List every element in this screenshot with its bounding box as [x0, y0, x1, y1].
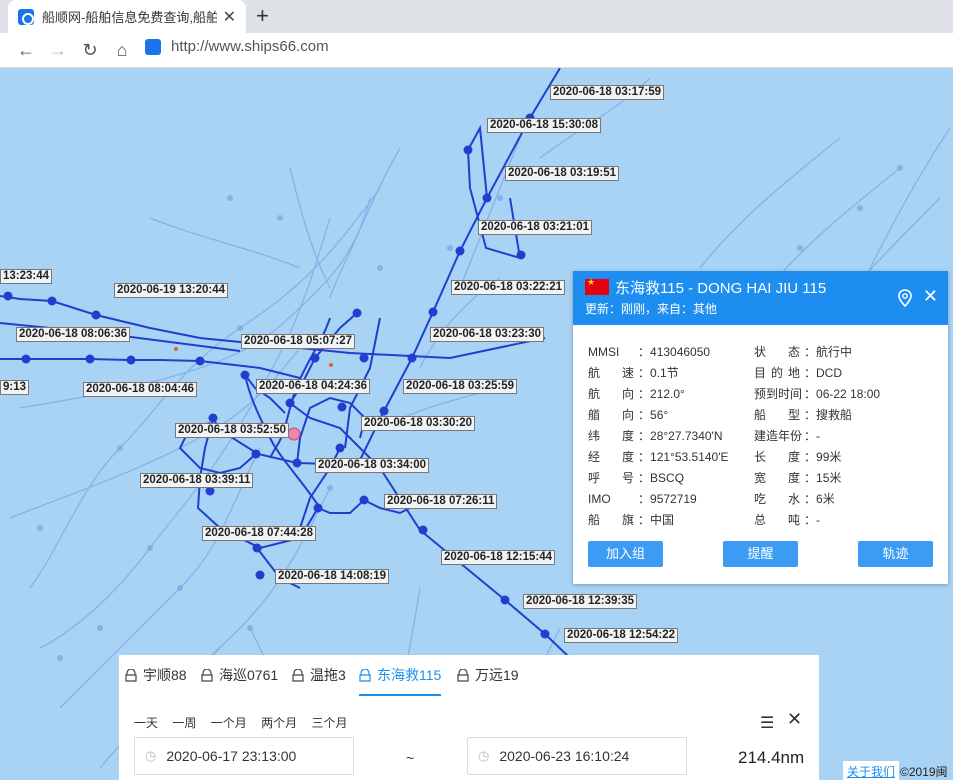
forward-icon[interactable]: → — [42, 36, 74, 64]
field-ship-type: 船型 ：搜救船 — [754, 408, 853, 422]
clock-icon: ◷ — [478, 748, 490, 763]
track-time-label: 2020-06-18 03:17:59 — [550, 85, 665, 100]
tab-title: 船顺网-船舶信息免费查询,船舶动态 — [42, 10, 217, 25]
ship-icon — [125, 668, 137, 682]
track-time-label: 2020-06-19 13:20:44 — [114, 283, 229, 298]
url-text: http://www.ships66.com — [171, 38, 329, 55]
update-info: 更新：刚刚，来自：其他 — [585, 302, 718, 316]
close-track-icon[interactable]: ✕ — [787, 709, 802, 730]
track-time-label: 2020-06-18 14:08:19 — [275, 569, 390, 584]
range-option[interactable]: 一个月 — [211, 716, 247, 730]
ship-icon — [359, 668, 371, 682]
track-time-label: 2020-06-18 03:22:21 — [451, 280, 566, 295]
track-distance: 214.4nm — [738, 748, 805, 767]
clock-icon: ◷ — [145, 748, 157, 763]
ship-info-header: 东海救115 - DONG HAI JIU 115 更新：刚刚，来自：其他 ✕ — [573, 271, 948, 325]
end-time-input[interactable]: ◷ 2020-06-23 16:10:24 — [467, 737, 687, 775]
field-build-year: 建造年份 ：- — [754, 429, 821, 443]
field-longitude: 经度 ：121°53.5140'E — [588, 450, 729, 464]
range-option[interactable]: 一天 — [134, 716, 158, 730]
ship-icon — [457, 668, 469, 682]
ship-tab-active[interactable]: 东海救115 — [359, 665, 442, 696]
other-vessel-dot[interactable] — [174, 347, 178, 351]
track-time-label: 2020-06-18 07:44:28 — [202, 526, 317, 541]
new-tab-icon[interactable]: + — [256, 3, 269, 29]
field-draught: 吃水 ：6米 — [754, 492, 835, 506]
ship-icon — [201, 668, 213, 682]
site-favicon-icon — [18, 8, 34, 25]
track-time-label: 2020-06-18 03:39:11 — [140, 473, 254, 488]
field-destination: 目的地 ：DCD — [754, 366, 843, 380]
track-time-label: 2020-06-18 15:30:08 — [487, 118, 602, 133]
track-button[interactable]: 轨迹 — [858, 541, 933, 567]
field-course: 航向 ：212.0° — [588, 387, 685, 401]
track-time-label: 2020-06-18 12:15:44 — [441, 550, 556, 565]
close-tab-icon[interactable]: ✕ — [223, 7, 236, 27]
track-time-label: 2020-06-18 03:30:20 — [361, 416, 476, 431]
track-time-label: 2020-06-18 08:06:36 — [16, 327, 131, 342]
home-icon[interactable]: ⌂ — [106, 36, 138, 64]
join-group-button[interactable]: 加入组 — [588, 541, 663, 567]
track-time-label: 2020-06-18 03:19:51 — [505, 166, 620, 181]
field-gross-tonnage: 总吨 ：- — [754, 513, 821, 527]
ship-tab[interactable]: 万远19 — [457, 665, 519, 685]
remind-button[interactable]: 提醒 — [723, 541, 798, 567]
start-time-input[interactable]: ◷ 2020-06-17 23:13:00 — [134, 737, 354, 775]
track-time-label: 2020-06-18 05:07:27 — [241, 334, 356, 349]
field-length: 长度 ：99米 — [754, 450, 842, 464]
track-time-label: 13:23:44 — [0, 269, 53, 284]
ship-tab[interactable]: 宇顺88 — [125, 665, 187, 685]
track-time-label: 2020-06-18 08:04:46 — [83, 382, 198, 397]
browser-tab[interactable]: 船顺网-船舶信息免费查询,船舶动态 ✕ — [8, 0, 246, 33]
china-flag-icon — [585, 277, 609, 295]
list-icon[interactable]: ☰ — [760, 713, 774, 733]
ship-name: 东海救115 - DONG HAI JIU 115 — [615, 280, 827, 297]
track-time-label: 2020-06-18 12:54:22 — [564, 628, 679, 643]
ship-position-marker[interactable] — [287, 427, 301, 441]
ship-icon — [292, 668, 304, 682]
tab-bar: 船顺网-船舶信息免费查询,船舶动态 ✕ + — [0, 0, 953, 33]
track-time-label: 2020-06-18 07:26:11 — [384, 494, 498, 509]
range-separator: ~ — [406, 750, 415, 766]
back-icon[interactable]: ← — [10, 36, 42, 64]
track-time-label: 2020-06-18 03:52:50 — [175, 423, 290, 438]
field-eta: 预到时间 ：06-22 18:00 — [754, 387, 881, 401]
track-time-label: 2020-06-18 04:24:36 — [256, 379, 371, 394]
site-icon — [145, 38, 161, 55]
other-vessel-dot[interactable] — [329, 363, 333, 367]
reload-icon[interactable]: ↻ — [74, 36, 106, 64]
ship-tabs: 宇顺88 海巡0761 温拖3 东海救115 万远19 — [119, 655, 819, 696]
track-panel: 宇顺88 海巡0761 温拖3 东海救115 万远19 一天 一周 一个月 两个… — [119, 655, 819, 780]
copyright: ©2019闽 — [900, 765, 948, 779]
range-option[interactable]: 三个月 — [311, 716, 347, 730]
ship-info-panel: 东海救115 - DONG HAI JIU 115 更新：刚刚，来自：其他 ✕ … — [573, 271, 948, 584]
field-status: 状态 ：航行中 — [754, 345, 853, 359]
field-mmsi: MMSI ：413046050 — [588, 345, 711, 359]
field-imo: IMO ：9572719 — [588, 492, 697, 506]
ship-tab[interactable]: 温拖3 — [292, 665, 346, 685]
address-bar[interactable]: http://www.ships66.com — [145, 38, 329, 55]
range-option[interactable]: 一周 — [172, 716, 196, 730]
field-width: 宽度 ：15米 — [754, 471, 842, 485]
ship-tab[interactable]: 海巡0761 — [201, 665, 278, 685]
track-time-label: 2020-06-18 03:34:00 — [315, 458, 430, 473]
about-us-link[interactable]: 关于我们 — [843, 761, 900, 780]
track-time-label: 2020-06-18 03:23:30 — [430, 327, 545, 342]
range-option[interactable]: 两个月 — [261, 716, 297, 730]
field-heading: 艏向 ：56° — [588, 408, 669, 422]
range-options: 一天 一周 一个月 两个月 三个月 — [134, 714, 358, 731]
field-latitude: 纬度 ：28°27.7340'N — [588, 429, 723, 443]
field-flag: 船旗 ：中国 — [588, 513, 675, 527]
track-time-label: 2020-06-18 03:25:59 — [403, 379, 518, 394]
location-pin-icon[interactable] — [898, 289, 912, 307]
track-time-label: 2020-06-18 03:21:01 — [478, 220, 593, 235]
field-callsign: 呼号 ：BSCQ — [588, 471, 685, 485]
track-time-label: 9:13 — [0, 380, 30, 395]
field-speed: 航速 ：0.1节 — [588, 366, 679, 380]
close-panel-icon[interactable]: ✕ — [923, 286, 938, 307]
track-time-label: 2020-06-18 12:39:35 — [523, 594, 638, 609]
browser-toolbar: ← → ↻ ⌂ http://www.ships66.com — [0, 33, 953, 68]
